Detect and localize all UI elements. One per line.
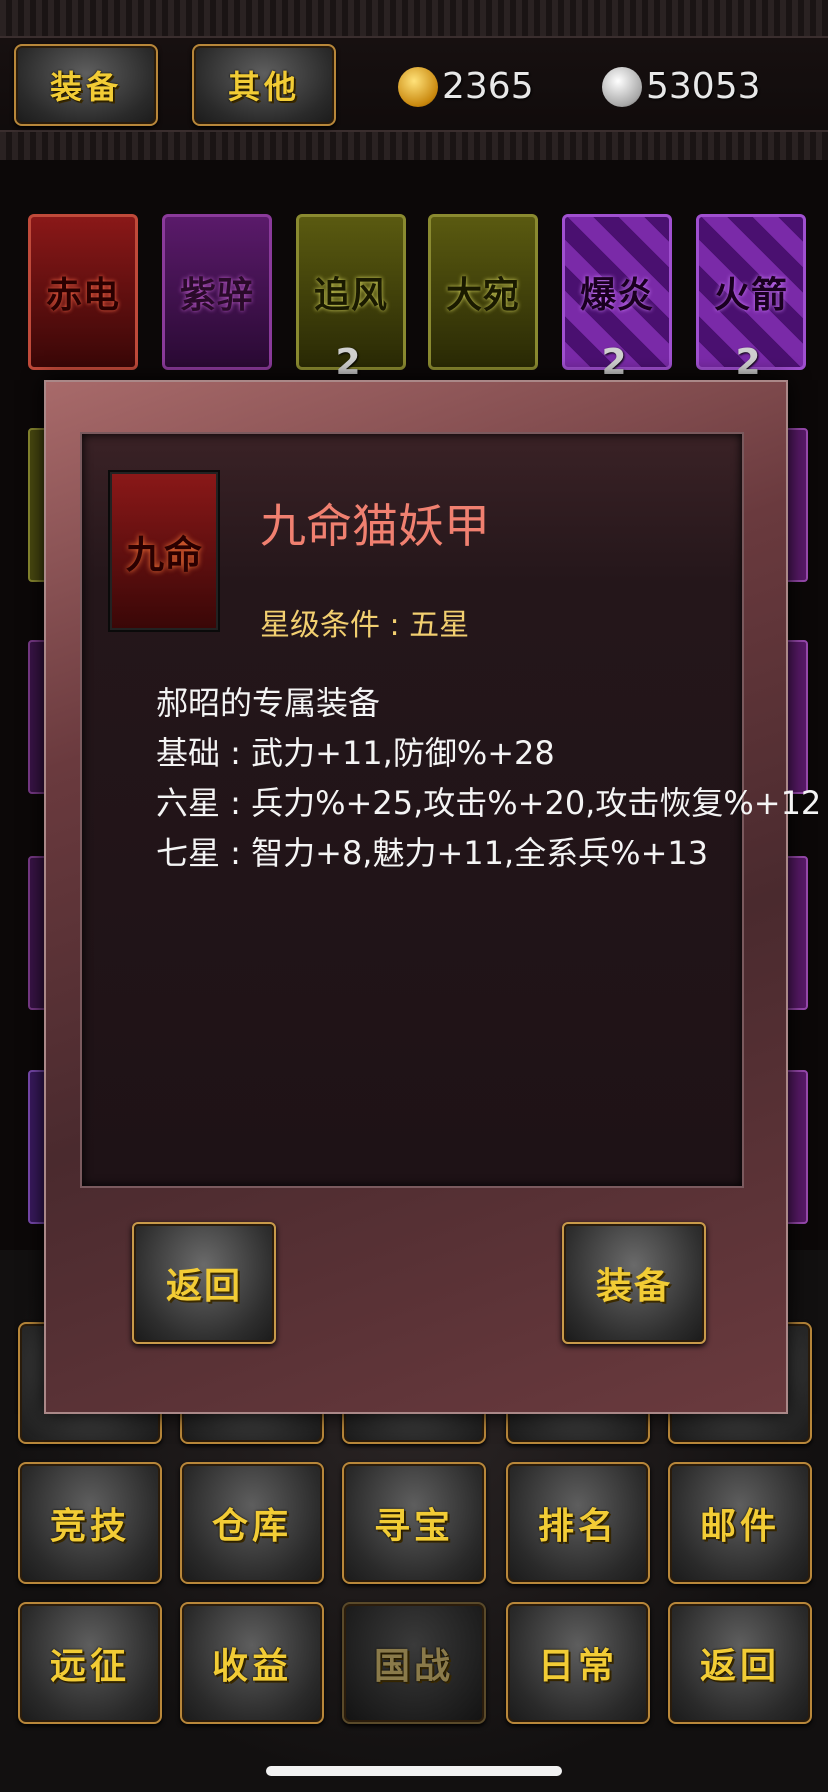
menu-ranking[interactable]: 排名 bbox=[506, 1462, 650, 1584]
star-requirement: 星级条件 : 五星 bbox=[260, 608, 470, 643]
item-count-baoyan: 2 bbox=[601, 342, 627, 383]
gold-ingot-icon bbox=[398, 66, 438, 107]
gold-amount: 2365 bbox=[442, 66, 534, 107]
top-ornament bbox=[0, 0, 828, 38]
desc-owner: 郝昭的专属装备 bbox=[156, 684, 381, 722]
desc-six-star: 六星 : 兵力%+25,攻击%+20,攻击恢复%+12 bbox=[156, 784, 822, 822]
item-card-chidian[interactable]: 赤电 bbox=[28, 214, 138, 370]
menu-expedition[interactable]: 远征 bbox=[18, 1602, 162, 1724]
silver-ingot-icon bbox=[602, 66, 642, 107]
equip-button[interactable]: 装备 bbox=[562, 1222, 706, 1344]
desc-base-stats: 基础 : 武力+11,防御%+28 bbox=[156, 734, 555, 772]
silver-counter: 53053 bbox=[602, 66, 761, 107]
item-count-zhuifeng: 2 bbox=[335, 342, 361, 383]
desc-seven-star: 七星 : 智力+8,魅力+11,全系兵%+13 bbox=[156, 834, 709, 872]
menu-daily[interactable]: 日常 bbox=[506, 1602, 650, 1724]
menu-arena[interactable]: 竞技 bbox=[18, 1462, 162, 1584]
top-ornament-bottom bbox=[0, 130, 828, 160]
menu-income[interactable]: 收益 bbox=[180, 1602, 324, 1724]
item-count-huojian: 2 bbox=[735, 342, 761, 383]
tab-equip[interactable]: 装备 bbox=[14, 44, 158, 126]
menu-storage[interactable]: 仓库 bbox=[180, 1462, 324, 1584]
item-card-dawan[interactable]: 大宛 bbox=[428, 214, 538, 370]
item-title: 九命猫妖甲 bbox=[260, 499, 490, 553]
menu-treasure[interactable]: 寻宝 bbox=[342, 1462, 486, 1584]
armor-item-icon: 九命 bbox=[108, 470, 220, 632]
menu-back[interactable]: 返回 bbox=[668, 1602, 812, 1724]
home-indicator[interactable] bbox=[266, 1766, 562, 1776]
menu-mail[interactable]: 邮件 bbox=[668, 1462, 812, 1584]
gold-counter: 2365 bbox=[398, 66, 534, 107]
silver-amount: 53053 bbox=[646, 66, 761, 107]
item-card-zixing[interactable]: 紫骍 bbox=[162, 214, 272, 370]
tab-other[interactable]: 其他 bbox=[192, 44, 336, 126]
back-button[interactable]: 返回 bbox=[132, 1222, 276, 1344]
menu-nation-war[interactable]: 国战 bbox=[342, 1602, 486, 1724]
